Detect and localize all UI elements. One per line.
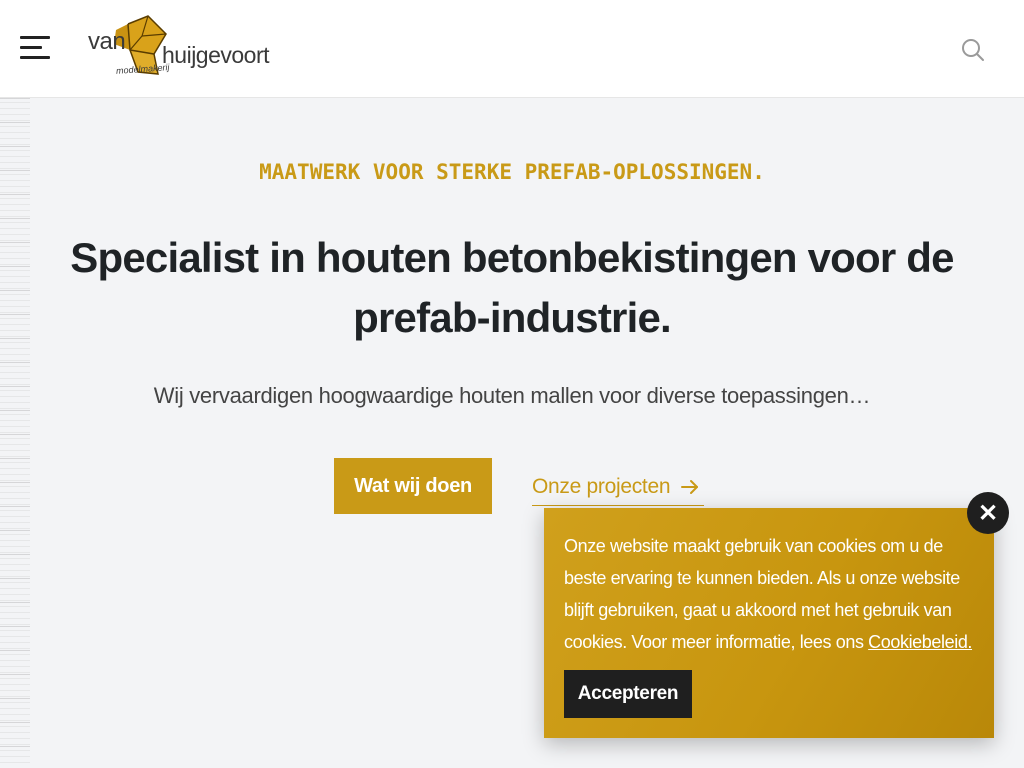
hero-headline: Specialist in houten betonbekistingen vo… (70, 234, 954, 341)
menu-button[interactable] (20, 36, 52, 60)
cookie-policy-link[interactable]: Cookiebeleid. (868, 632, 972, 652)
hamburger-menu-icon (20, 36, 50, 39)
hero-intro: Wij vervaardigen hoogwaardige houten mal… (153, 383, 871, 408)
cookie-close-button[interactable]: ✕ (967, 492, 1009, 534)
wat-wij-doen-button[interactable]: Wat wij doen (334, 458, 492, 514)
search-icon (962, 39, 984, 61)
site-logo[interactable]: van huijgevoort modelmakerij (86, 14, 276, 82)
onze-projecten-label: Onze projecten (532, 474, 671, 498)
search-button[interactable] (960, 37, 986, 63)
site-header: van huijgevoort modelmakerij (0, 0, 1024, 98)
logo-text-van: van (88, 28, 126, 55)
cookie-banner: Onze website maakt gebruik van cookies o… (544, 508, 994, 738)
cookie-message: Onze website maakt gebruik van cookies o… (564, 530, 974, 658)
ruler-marks (0, 98, 30, 768)
onze-projecten-link[interactable]: Onze projecten (532, 468, 705, 506)
accept-cookies-button[interactable]: Accepteren (564, 670, 692, 718)
close-icon: ✕ (977, 499, 999, 527)
arrow-right-icon (681, 479, 699, 494)
logo-text-name: huijgevoort (162, 42, 270, 68)
hero-eyebrow: MAATWERK VOOR STERKE PREFAB-OPLOSSINGEN. (259, 160, 765, 184)
